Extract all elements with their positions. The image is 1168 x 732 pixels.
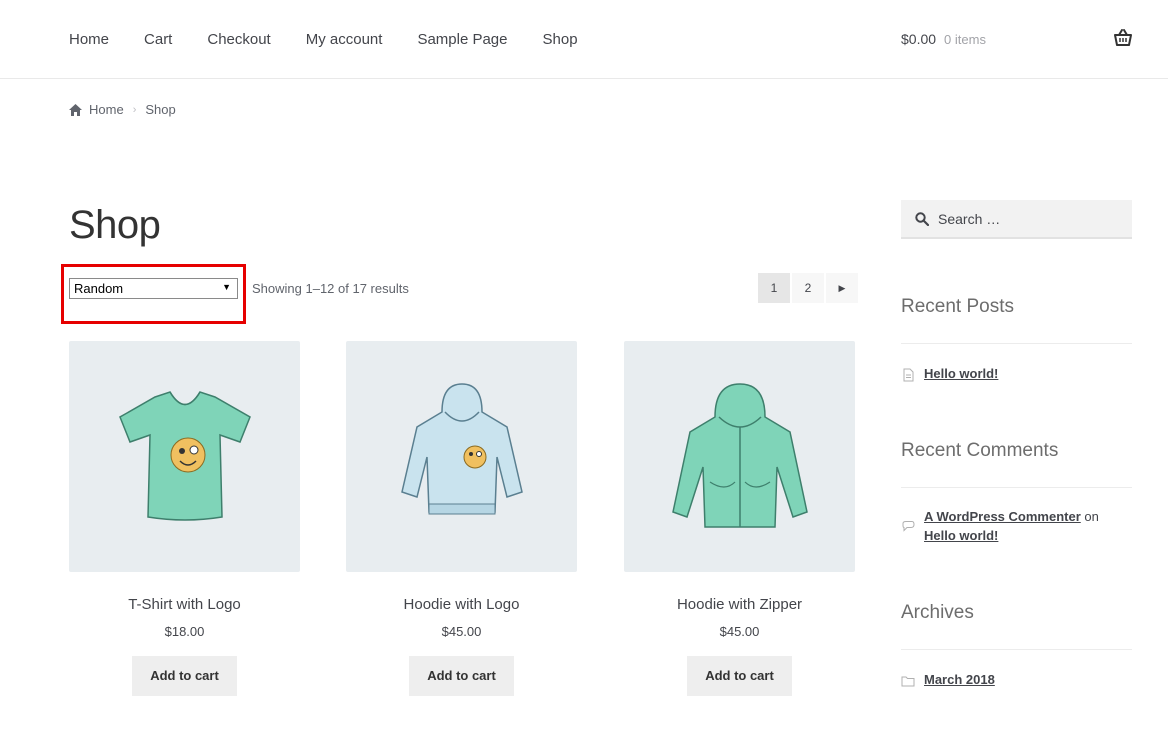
product-title[interactable]: Hoodie with Zipper — [624, 595, 855, 615]
sort-selected-value: Random — [74, 281, 124, 296]
zip-hoodie-image[interactable] — [624, 341, 855, 572]
result-count: Showing 1–12 of 17 results — [252, 281, 409, 296]
product-title[interactable]: Hoodie with Logo — [346, 595, 577, 615]
add-to-cart-button[interactable]: Add to cart — [687, 656, 792, 696]
breadcrumb-separator-icon: › — [132, 103, 137, 116]
archive-item: March 2018 — [901, 670, 1132, 689]
breadcrumb-home[interactable]: Home — [89, 102, 124, 117]
product-price: $18.00 — [164, 624, 205, 639]
home-icon — [69, 103, 82, 116]
product-card: Hoodie with Zipper $45.00 Add to cart — [624, 341, 855, 696]
product-price: $45.00 — [441, 624, 482, 639]
product-card: T-Shirt with Logo $18.00 Add to cart — [69, 341, 300, 696]
site-header: Home Cart Checkout My account Sample Pag… — [0, 0, 1168, 79]
hoodie-image[interactable] — [346, 341, 577, 572]
product-price: $45.00 — [719, 624, 760, 639]
recent-post-item: Hello world! — [901, 364, 1132, 383]
tshirt-image[interactable] — [69, 341, 300, 572]
divider — [901, 487, 1132, 488]
page-2[interactable]: 2 — [792, 273, 824, 303]
cart-amount: $0.00 — [901, 31, 937, 47]
add-to-cart-button[interactable]: Add to cart — [409, 656, 514, 696]
archive-link[interactable]: March 2018 — [924, 670, 995, 689]
breadcrumb-current: Shop — [145, 102, 176, 117]
comment-on-text: on — [1084, 509, 1099, 524]
next-page-icon[interactable]: ▶ — [826, 273, 858, 303]
nav-my-account[interactable]: My account — [306, 30, 383, 50]
divider — [901, 343, 1132, 344]
nav-sample-page[interactable]: Sample Page — [417, 30, 507, 50]
cart-count: 0 items — [944, 32, 986, 47]
comment-icon — [902, 521, 915, 532]
product-card: Hoodie with Logo $45.00 Add to cart — [346, 341, 577, 696]
add-to-cart-button[interactable]: Add to cart — [132, 656, 237, 696]
basket-icon[interactable] — [1113, 28, 1133, 48]
pagination: 1 2 ▶ — [758, 273, 860, 303]
comment-post-link[interactable]: Hello world! — [924, 528, 998, 543]
recent-comment-item: A WordPress Commenter on Hello world! — [901, 507, 1132, 545]
breadcrumb: Home › Shop — [69, 102, 176, 117]
page-title: Shop — [69, 203, 161, 247]
comment-author-link[interactable]: A WordPress Commenter — [924, 509, 1081, 524]
search-field[interactable] — [901, 200, 1132, 239]
search-icon — [915, 211, 929, 226]
primary-nav: Home Cart Checkout My account Sample Pag… — [69, 30, 613, 50]
dropdown-arrow-icon: ▼ — [222, 282, 231, 292]
document-icon — [903, 368, 914, 382]
recent-comments-title: Recent Comments — [901, 440, 1059, 461]
header-cart[interactable]: $0.00 0 items — [901, 31, 986, 47]
nav-cart[interactable]: Cart — [144, 30, 172, 50]
product-title[interactable]: T-Shirt with Logo — [69, 595, 300, 615]
divider — [901, 649, 1132, 650]
nav-shop[interactable]: Shop — [543, 30, 578, 50]
nav-home[interactable]: Home — [69, 30, 109, 50]
sort-order-select[interactable]: Random ▼ — [69, 278, 238, 299]
recent-posts-title: Recent Posts — [901, 296, 1014, 317]
search-input[interactable] — [938, 210, 1118, 227]
page-1: 1 — [758, 273, 790, 303]
recent-post-link[interactable]: Hello world! — [924, 364, 998, 383]
nav-checkout[interactable]: Checkout — [207, 30, 270, 50]
archives-title: Archives — [901, 602, 974, 623]
folder-icon — [901, 676, 915, 687]
